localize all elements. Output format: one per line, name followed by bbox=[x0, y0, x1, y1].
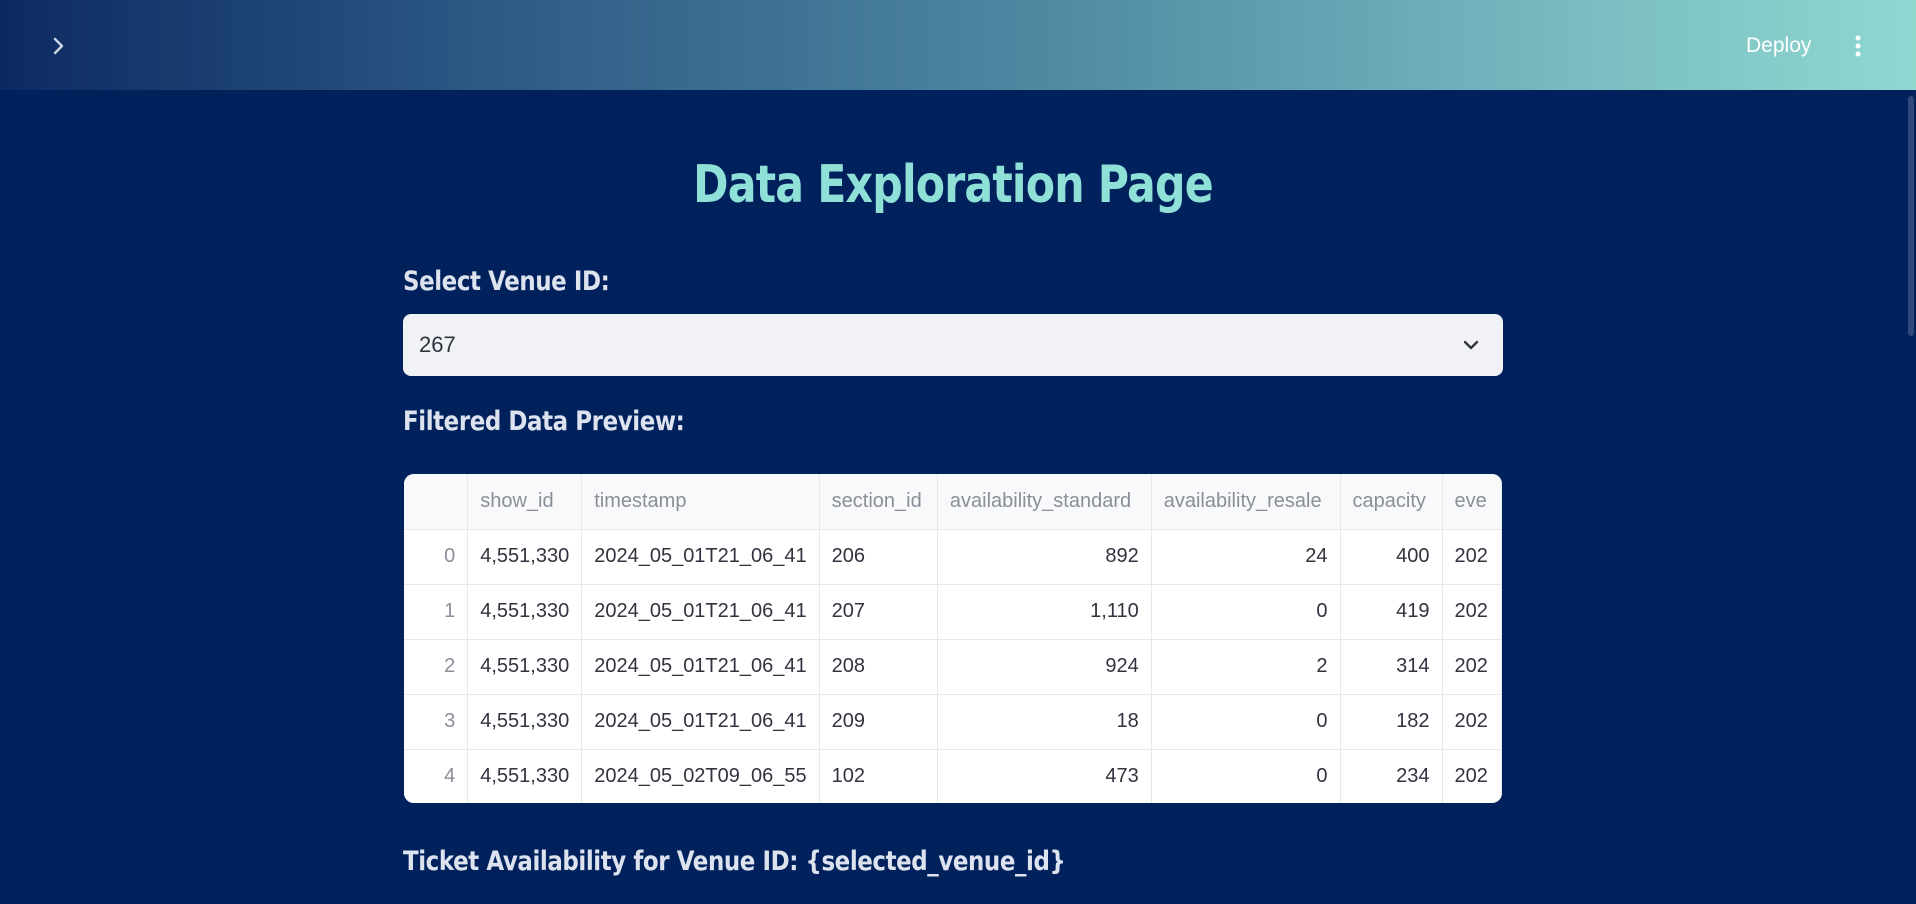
row-index: 1 bbox=[404, 584, 469, 640]
table-cell: 234 bbox=[1340, 749, 1443, 803]
deploy-button[interactable]: Deploy bbox=[1730, 32, 1827, 60]
table-cell: 202 bbox=[1442, 749, 1502, 803]
table-cell: 924 bbox=[937, 639, 1152, 695]
table-cell: 2024_05_02T09_06_55 bbox=[581, 749, 820, 803]
table-cell: 473 bbox=[937, 749, 1152, 803]
table-cell: 2024_05_01T21_06_41 bbox=[581, 529, 820, 585]
venue-select-value: 267 bbox=[419, 332, 456, 357]
table-cell: 4,551,330 bbox=[467, 529, 583, 585]
column-header[interactable]: eve bbox=[1442, 474, 1502, 530]
column-header[interactable]: show_id bbox=[467, 474, 583, 530]
data-table[interactable]: show_id timestamp section_id availabilit… bbox=[404, 474, 1502, 803]
table-row[interactable]: 4 4,551,330 2024_05_02T09_06_55 102 473 … bbox=[404, 749, 1502, 803]
table-cell: 208 bbox=[819, 639, 938, 695]
table-cell: 2024_05_01T21_06_41 bbox=[581, 694, 820, 750]
table-cell: 202 bbox=[1442, 639, 1502, 695]
table-row[interactable]: 1 4,551,330 2024_05_01T21_06_41 207 1,11… bbox=[404, 584, 1502, 640]
row-index: 0 bbox=[404, 529, 469, 585]
table-cell: 202 bbox=[1442, 694, 1502, 750]
table-row[interactable]: 2 4,551,330 2024_05_01T21_06_41 208 924 … bbox=[404, 639, 1502, 695]
table-cell: 0 bbox=[1151, 694, 1341, 750]
row-index: 2 bbox=[404, 639, 469, 695]
table-cell: 2024_05_01T21_06_41 bbox=[581, 584, 820, 640]
table-cell: 206 bbox=[819, 529, 938, 585]
column-header[interactable] bbox=[404, 474, 469, 530]
table-row[interactable]: 0 4,551,330 2024_05_01T21_06_41 206 892 … bbox=[404, 529, 1502, 585]
column-header[interactable]: capacity bbox=[1340, 474, 1443, 530]
table-cell: 202 bbox=[1442, 529, 1502, 585]
table-cell: 0 bbox=[1151, 584, 1341, 640]
table-cell: 400 bbox=[1340, 529, 1443, 585]
preview-label: Filtered Data Preview: bbox=[403, 406, 685, 437]
table-cell: 24 bbox=[1151, 529, 1341, 585]
table-cell: 2024_05_01T21_06_41 bbox=[581, 639, 820, 695]
table-cell: 209 bbox=[819, 694, 938, 750]
column-header[interactable]: availability_resale bbox=[1151, 474, 1341, 530]
ticket-availability-heading: Ticket Availability for Venue ID: {selec… bbox=[403, 846, 1066, 877]
table-cell: 892 bbox=[937, 529, 1152, 585]
table-row[interactable]: 3 4,551,330 2024_05_01T21_06_41 209 18 0… bbox=[404, 694, 1502, 750]
table-header-row: show_id timestamp section_id availabilit… bbox=[404, 474, 1502, 530]
table-cell: 4,551,330 bbox=[467, 749, 583, 803]
row-index: 3 bbox=[404, 694, 469, 750]
venue-select-label: Select Venue ID: bbox=[403, 266, 610, 297]
venue-select[interactable]: 267 bbox=[403, 314, 1503, 376]
table-cell: 207 bbox=[819, 584, 938, 640]
table-cell: 18 bbox=[937, 694, 1152, 750]
chevron-down-icon[interactable] bbox=[1461, 335, 1481, 355]
page-title: Data Exploration Page bbox=[693, 155, 1213, 215]
table-cell: 182 bbox=[1340, 694, 1443, 750]
table-cell: 0 bbox=[1151, 749, 1341, 803]
kebab-menu-icon[interactable] bbox=[1846, 34, 1870, 58]
table-cell: 419 bbox=[1340, 584, 1443, 640]
table-cell: 4,551,330 bbox=[467, 584, 583, 640]
chevron-right-icon[interactable] bbox=[46, 34, 70, 58]
table-cell: 4,551,330 bbox=[467, 694, 583, 750]
column-header[interactable]: timestamp bbox=[581, 474, 820, 530]
row-index: 4 bbox=[404, 749, 469, 803]
table-cell: 4,551,330 bbox=[467, 639, 583, 695]
table-cell: 202 bbox=[1442, 584, 1502, 640]
page-scrollbar[interactable] bbox=[1908, 96, 1914, 336]
table-cell: 2 bbox=[1151, 639, 1341, 695]
app-header: Deploy bbox=[0, 0, 1916, 90]
table-cell: 1,110 bbox=[937, 584, 1152, 640]
table-cell: 314 bbox=[1340, 639, 1443, 695]
column-header[interactable]: section_id bbox=[819, 474, 938, 530]
table-cell: 102 bbox=[819, 749, 938, 803]
column-header[interactable]: availability_standard bbox=[937, 474, 1152, 530]
